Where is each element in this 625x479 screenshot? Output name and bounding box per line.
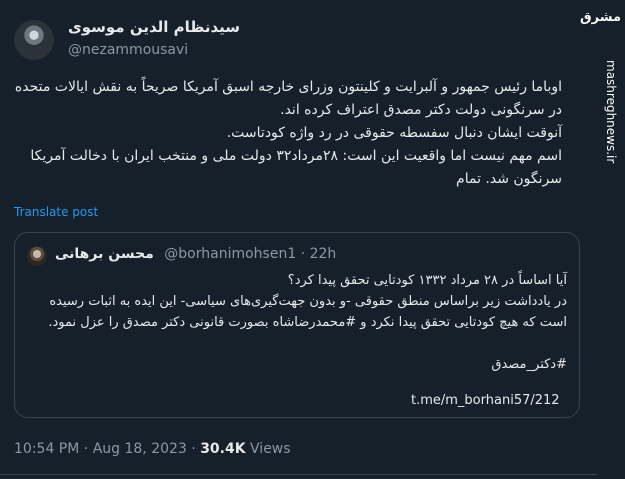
quoted-author-name[interactable]: محسن برهانی [55, 246, 154, 262]
divider [0, 474, 597, 475]
quoted-author-avatar[interactable] [27, 246, 47, 266]
author-handle[interactable]: @nezammousavi [68, 42, 188, 58]
post-meta: 10:54 PM · Aug 18, 2023 · 30.4K Views [14, 441, 291, 457]
post-text: اوباما رئیس جمهور و آلبرایت و کلینتون وز… [14, 76, 562, 191]
quoted-post-header: محسن برهانی @borhanimohsen1 · 22h [55, 246, 336, 262]
views-count: 30.4K [200, 441, 246, 457]
mashregh-logo: مشرق [580, 10, 621, 25]
post-paragraph: اوباما رئیس جمهور و آلبرایت و کلینتون وز… [14, 79, 562, 118]
quoted-line: در یادداشت زیر براساس منطق حقوقی -و بدون… [48, 294, 567, 330]
quoted-post-text: آیا اساساً در ۲۸ مرداد ۱۳۳۲ کودتایی تحقق… [27, 270, 567, 375]
quoted-hashtag[interactable]: #دکتر_مصدق [27, 354, 567, 375]
quoted-separator: · [300, 246, 306, 262]
author-display-name[interactable]: سیدنظام الدین موسوی [68, 18, 240, 36]
quoted-author-handle[interactable]: @borhanimohsen1 [164, 246, 296, 262]
author-avatar[interactable] [14, 20, 54, 60]
translate-post-link[interactable]: Translate post [14, 205, 98, 219]
watermark-strip: مشرق mashreghnews.ir [580, 0, 625, 479]
post-paragraph: اسم مهم نیست اما واقعیت این است: ۲۸مرداد… [30, 148, 562, 187]
post: سیدنظام الدین موسوی @nezammousavi اوباما… [0, 0, 597, 479]
meta-separator: · [83, 441, 89, 457]
meta-separator: · [191, 441, 196, 457]
post-paragraph: آنوقت ایشان دنبال سفسطه حقوقی در رد واژه… [226, 125, 562, 141]
views-label: Views [250, 441, 291, 457]
post-time[interactable]: 10:54 PM [14, 441, 79, 457]
quoted-line: آیا اساساً در ۲۸ مرداد ۱۳۳۲ کودتایی تحقق… [287, 273, 567, 288]
quoted-post[interactable]: محسن برهانی @borhanimohsen1 · 22h آیا اس… [14, 232, 580, 418]
quoted-telegram-link[interactable]: t.me/m_borhani57/212 [411, 393, 560, 408]
watermark-url: mashreghnews.ir [604, 60, 618, 164]
post-date[interactable]: Aug 18, 2023 [93, 441, 187, 457]
quoted-post-age[interactable]: 22h [310, 246, 337, 262]
